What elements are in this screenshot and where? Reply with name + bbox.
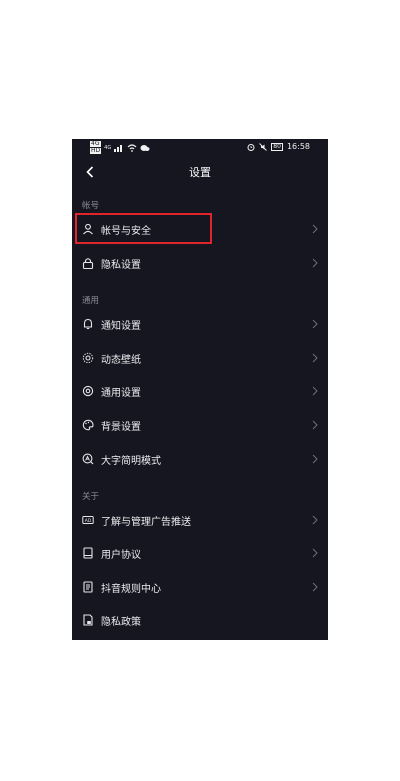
settings-item-background[interactable]: 背景设置: [72, 411, 328, 441]
chevron-right-icon: [312, 582, 318, 592]
chevron-right-icon: [312, 319, 318, 329]
battery-indicator: 80: [271, 142, 283, 151]
privacy-doc-icon: [83, 614, 93, 626]
highlight-box: [75, 213, 212, 244]
section-header-about: 关于: [82, 492, 100, 502]
ad-icon: AD: [82, 516, 94, 524]
chevron-right-icon: [312, 386, 318, 396]
status-left: 4G HD 4G: [90, 141, 150, 154]
lock-icon: [82, 258, 94, 269]
bell-icon: [83, 318, 93, 330]
rules-icon: [83, 581, 93, 593]
settings-item-notifications[interactable]: 通知设置: [72, 310, 328, 340]
settings-item-privacy-policy[interactable]: 隐私政策: [72, 606, 328, 636]
chevron-right-icon: [312, 353, 318, 363]
chevron-right-icon: [312, 224, 318, 234]
chat-icon: [140, 144, 150, 151]
settings-item-label: 用户协议: [101, 550, 141, 561]
settings-item-live-wallpaper[interactable]: 动态壁纸: [72, 344, 328, 374]
settings-item-label: 背景设置: [101, 422, 141, 433]
status-time: 16:58: [286, 142, 310, 151]
settings-item-privacy[interactable]: 隐私设置: [72, 249, 328, 279]
chevron-right-icon: [312, 548, 318, 558]
signal-icon: [114, 144, 123, 152]
status-bar: 4G HD 4G 80 16:58: [72, 139, 328, 155]
settings-item-label: 通用设置: [101, 388, 141, 399]
settings-item-label: 了解与管理广告推送: [101, 517, 191, 528]
settings-item-user-agreement[interactable]: 用户协议: [72, 539, 328, 569]
nav-bar: 设置: [72, 157, 328, 187]
gear-icon: [82, 385, 94, 397]
chevron-right-icon: [312, 454, 318, 464]
wifi-icon: [127, 143, 137, 152]
phone-screen: 4G HD 4G 80 16:58 设置 帐号 帐号与安全 隐私设置 通用 通知…: [72, 139, 328, 640]
section-header-account: 帐号: [82, 201, 100, 211]
settings-item-ad-management[interactable]: AD 了解与管理广告推送: [72, 506, 328, 536]
wallpaper-icon: [82, 352, 94, 364]
svg-text:AD: AD: [85, 518, 92, 524]
mute-icon: [259, 142, 268, 151]
palette-icon: [82, 419, 94, 431]
settings-item-large-text-mode[interactable]: 大字简明模式: [72, 445, 328, 475]
network-badge-hd: HD: [90, 147, 102, 154]
book-icon: [83, 547, 93, 559]
settings-item-general[interactable]: 通用设置: [72, 377, 328, 407]
settings-item-label: 隐私设置: [101, 260, 141, 271]
status-right: 80 16:58: [247, 142, 310, 151]
chevron-right-icon: [312, 420, 318, 430]
settings-item-label: 通知设置: [101, 321, 141, 332]
chevron-right-icon: [312, 258, 318, 268]
network-badges: 4G HD: [90, 141, 102, 154]
chevron-right-icon: [312, 515, 318, 525]
settings-item-label: 隐私政策: [101, 617, 141, 628]
signal-label: 4G: [104, 144, 112, 151]
settings-item-rules-center[interactable]: 抖音规则中心: [72, 573, 328, 603]
page-title: 设置: [189, 166, 211, 179]
section-header-general: 通用: [82, 296, 100, 306]
large-text-icon: [82, 453, 94, 465]
settings-item-label: 抖音规则中心: [101, 584, 161, 595]
alarm-icon: [247, 143, 255, 151]
settings-item-label: 大字简明模式: [101, 456, 161, 467]
settings-item-label: 动态壁纸: [101, 355, 141, 366]
